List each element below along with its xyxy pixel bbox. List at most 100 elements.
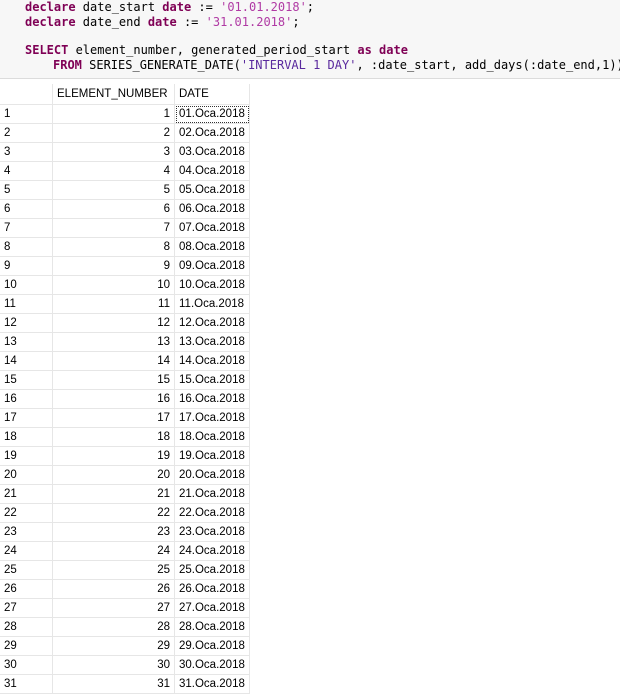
row-number-cell[interactable]: 3 xyxy=(0,142,53,162)
table-row[interactable]: 3 3 03.Oca.2018 xyxy=(0,142,250,162)
element-number-cell[interactable]: 9 xyxy=(52,256,175,276)
row-number-cell[interactable]: 23 xyxy=(0,522,53,542)
table-row[interactable]: 4 4 04.Oca.2018 xyxy=(0,161,250,181)
date-cell[interactable]: 17.Oca.2018 xyxy=(174,408,250,428)
date-cell[interactable]: 20.Oca.2018 xyxy=(174,465,250,485)
row-number-cell[interactable]: 5 xyxy=(0,180,53,200)
element-number-cell[interactable]: 17 xyxy=(52,408,175,428)
row-number-cell[interactable]: 9 xyxy=(0,256,53,276)
date-cell[interactable]: 31.Oca.2018 xyxy=(174,674,250,694)
row-number-cell[interactable]: 22 xyxy=(0,503,53,523)
date-cell[interactable]: 22.Oca.2018 xyxy=(174,503,250,523)
row-number-cell[interactable]: 27 xyxy=(0,598,53,618)
row-number-cell[interactable]: 24 xyxy=(0,541,53,561)
table-row[interactable]: 7 7 07.Oca.2018 xyxy=(0,218,250,238)
element-number-cell[interactable]: 4 xyxy=(52,161,175,181)
row-number-cell[interactable]: 7 xyxy=(0,218,53,238)
row-number-cell[interactable]: 19 xyxy=(0,446,53,466)
table-row[interactable]: 25 25 25.Oca.2018 xyxy=(0,560,250,580)
date-cell[interactable]: 28.Oca.2018 xyxy=(174,617,250,637)
element-number-cell[interactable]: 2 xyxy=(52,123,175,143)
table-row[interactable]: 26 26 26.Oca.2018 xyxy=(0,579,250,599)
table-row[interactable]: 19 19 19.Oca.2018 xyxy=(0,446,250,466)
element-number-cell[interactable]: 12 xyxy=(52,313,175,333)
table-row[interactable]: 11 11 11.Oca.2018 xyxy=(0,294,250,314)
date-cell[interactable]: 29.Oca.2018 xyxy=(174,636,250,656)
row-number-cell[interactable]: 31 xyxy=(0,674,53,694)
row-number-cell[interactable]: 12 xyxy=(0,313,53,333)
table-row[interactable]: 15 15 15.Oca.2018 xyxy=(0,370,250,390)
date-cell[interactable]: 10.Oca.2018 xyxy=(174,275,250,295)
row-number-cell[interactable]: 11 xyxy=(0,294,53,314)
table-row[interactable]: 17 17 17.Oca.2018 xyxy=(0,408,250,428)
date-cell[interactable]: 13.Oca.2018 xyxy=(174,332,250,352)
results-grid[interactable]: ELEMENT_NUMBER DATE 1 1 01.Oca.2018 2 2 02.Oc… xyxy=(0,84,620,699)
table-row[interactable]: 13 13 13.Oca.2018 xyxy=(0,332,250,352)
date-cell[interactable]: 09.Oca.2018 xyxy=(174,256,250,276)
row-number-cell[interactable]: 8 xyxy=(0,237,53,257)
date-cell[interactable]: 25.Oca.2018 xyxy=(174,560,250,580)
element-number-cell[interactable]: 25 xyxy=(52,560,175,580)
element-number-cell[interactable]: 30 xyxy=(52,655,175,675)
date-cell[interactable]: 06.Oca.2018 xyxy=(174,199,250,219)
element-number-cell[interactable]: 20 xyxy=(52,465,175,485)
date-cell[interactable]: 19.Oca.2018 xyxy=(174,446,250,466)
column-header-element-number[interactable]: ELEMENT_NUMBER xyxy=(52,84,175,105)
element-number-cell[interactable]: 29 xyxy=(52,636,175,656)
table-row[interactable]: 30 30 30.Oca.2018 xyxy=(0,655,250,675)
element-number-cell[interactable]: 5 xyxy=(52,180,175,200)
date-cell[interactable]: 18.Oca.2018 xyxy=(174,427,250,447)
date-cell[interactable]: 30.Oca.2018 xyxy=(174,655,250,675)
table-row[interactable]: 2 2 02.Oca.2018 xyxy=(0,123,250,143)
date-cell[interactable]: 04.Oca.2018 xyxy=(174,161,250,181)
element-number-cell[interactable]: 16 xyxy=(52,389,175,409)
sql-editor[interactable]: declare date_start date := '01.01.2018';… xyxy=(0,0,620,79)
element-number-cell[interactable]: 28 xyxy=(52,617,175,637)
table-row[interactable]: 31 31 31.Oca.2018 xyxy=(0,674,250,694)
table-row[interactable]: 28 28 28.Oca.2018 xyxy=(0,617,250,637)
row-number-cell[interactable]: 21 xyxy=(0,484,53,504)
element-number-cell[interactable]: 21 xyxy=(52,484,175,504)
element-number-cell[interactable]: 3 xyxy=(52,142,175,162)
element-number-cell[interactable]: 14 xyxy=(52,351,175,371)
row-number-header[interactable] xyxy=(0,84,53,105)
element-number-cell[interactable]: 18 xyxy=(52,427,175,447)
element-number-cell[interactable]: 27 xyxy=(52,598,175,618)
date-cell[interactable]: 15.Oca.2018 xyxy=(174,370,250,390)
element-number-cell[interactable]: 22 xyxy=(52,503,175,523)
element-number-cell[interactable]: 19 xyxy=(52,446,175,466)
row-number-cell[interactable]: 14 xyxy=(0,351,53,371)
date-cell[interactable]: 03.Oca.2018 xyxy=(174,142,250,162)
row-number-cell[interactable]: 15 xyxy=(0,370,53,390)
element-number-cell[interactable]: 7 xyxy=(52,218,175,238)
table-row[interactable]: 1 1 01.Oca.2018 xyxy=(0,104,250,124)
element-number-cell[interactable]: 13 xyxy=(52,332,175,352)
row-number-cell[interactable]: 2 xyxy=(0,123,53,143)
table-row[interactable]: 18 18 18.Oca.2018 xyxy=(0,427,250,447)
element-number-cell[interactable]: 1 xyxy=(52,104,175,124)
table-row[interactable]: 14 14 14.Oca.2018 xyxy=(0,351,250,371)
element-number-cell[interactable]: 24 xyxy=(52,541,175,561)
element-number-cell[interactable]: 11 xyxy=(52,294,175,314)
row-number-cell[interactable]: 28 xyxy=(0,617,53,637)
table-row[interactable]: 5 5 05.Oca.2018 xyxy=(0,180,250,200)
date-cell[interactable]: 16.Oca.2018 xyxy=(174,389,250,409)
table-row[interactable]: 10 10 10.Oca.2018 xyxy=(0,275,250,295)
date-cell[interactable]: 11.Oca.2018 xyxy=(174,294,250,314)
row-number-cell[interactable]: 1 xyxy=(0,104,53,124)
row-number-cell[interactable]: 30 xyxy=(0,655,53,675)
element-number-cell[interactable]: 26 xyxy=(52,579,175,599)
row-number-cell[interactable]: 20 xyxy=(0,465,53,485)
table-row[interactable]: 6 6 06.Oca.2018 xyxy=(0,199,250,219)
table-row[interactable]: 9 9 09.Oca.2018 xyxy=(0,256,250,276)
date-cell[interactable]: 05.Oca.2018 xyxy=(174,180,250,200)
row-number-cell[interactable]: 17 xyxy=(0,408,53,428)
row-number-cell[interactable]: 10 xyxy=(0,275,53,295)
date-cell[interactable]: 23.Oca.2018 xyxy=(174,522,250,542)
table-row[interactable]: 16 16 16.Oca.2018 xyxy=(0,389,250,409)
element-number-cell[interactable]: 6 xyxy=(52,199,175,219)
row-number-cell[interactable]: 4 xyxy=(0,161,53,181)
element-number-cell[interactable]: 31 xyxy=(52,674,175,694)
element-number-cell[interactable]: 15 xyxy=(52,370,175,390)
date-cell[interactable]: 01.Oca.2018 xyxy=(174,104,250,124)
